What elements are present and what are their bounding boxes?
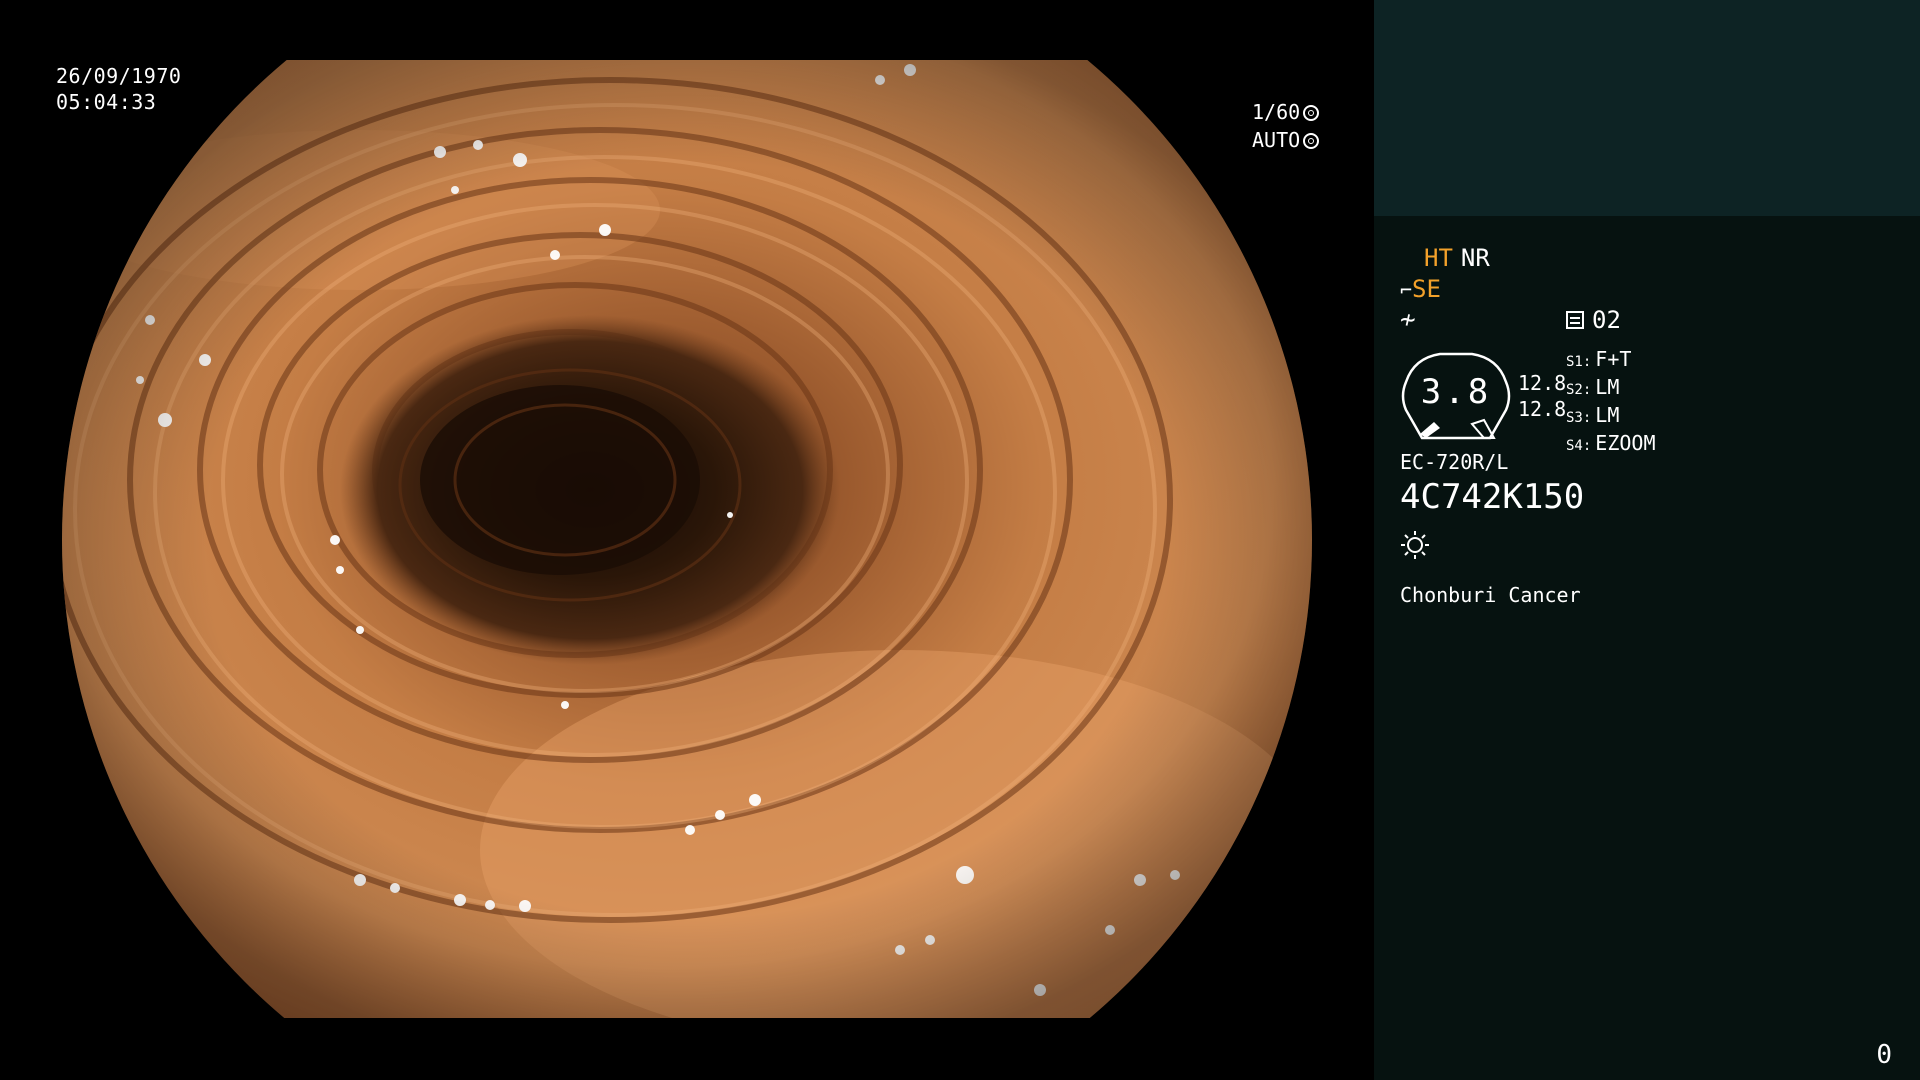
endoscopy-view: 26/09/1970 05:04:33 1/60 AUTO <box>0 0 1374 1080</box>
light-source-icon <box>1401 531 1429 559</box>
datetime-overlay: 26/09/1970 05:04:33 <box>56 63 181 115</box>
mode-row: HT NR <box>1424 243 1498 273</box>
date-text: 26/09/1970 <box>56 64 182 88</box>
scope-model: EC-720R/L <box>1400 450 1509 474</box>
serial-number: 4C742K150 <box>1400 477 1585 517</box>
shutter-overlay: 1/60 AUTO <box>1252 98 1320 154</box>
shutter-speed-row: 1/60 <box>1252 98 1320 126</box>
endoscopic-image <box>62 60 1312 1018</box>
slot-key: S1: <box>1566 354 1592 370</box>
time-text: 05:04:33 <box>56 90 157 114</box>
slot-value: LM <box>1595 403 1620 427</box>
memory-label: 02 <box>1592 306 1621 334</box>
shutter-speed-text: 1/60 <box>1252 100 1301 124</box>
slot-row: S4: EZOOM <box>1566 431 1656 459</box>
se-row: ⌐SE <box>1400 274 1441 305</box>
memory-icon <box>1566 311 1584 329</box>
info-panel: HT NR ⌐SE ≁ 02 3.8 12.8 12.8 S1: F+T S2: LM… <box>1374 0 1920 1080</box>
shutter-mode-text: AUTO <box>1252 128 1301 152</box>
shutter-icon <box>1303 105 1320 121</box>
color-tone-icon: ≁ <box>1400 305 1416 335</box>
slot-key: S3: <box>1566 410 1592 426</box>
iris-icon <box>1303 133 1320 149</box>
shutter-mode-row: AUTO <box>1252 126 1320 154</box>
slot-key: S4: <box>1566 438 1592 454</box>
memory-row: 02 <box>1566 305 1621 335</box>
page-number: 0 <box>1876 1040 1892 1070</box>
mode-ht-label: HT <box>1424 244 1453 272</box>
mode-nr-label: NR <box>1460 244 1490 272</box>
slot-row: S2: LM <box>1566 375 1656 403</box>
value-top: 12.8 <box>1518 371 1567 395</box>
slot-row: S1: F+T <box>1566 347 1656 375</box>
info-panel-header-area <box>1374 0 1920 216</box>
hospital-name: Chonburi Cancer <box>1400 583 1581 607</box>
exposure-values: 12.8 12.8 <box>1518 370 1566 422</box>
gauge-value: 3.8 <box>1420 372 1492 412</box>
slot-value: F+T <box>1595 347 1632 371</box>
slot-value: LM <box>1595 375 1620 399</box>
se-label: SE <box>1412 275 1441 303</box>
slot-row: S3: LM <box>1566 403 1656 431</box>
structure-enhance-icon: ⌐ <box>1400 278 1413 302</box>
slot-key: S2: <box>1566 382 1592 398</box>
switch-assignments: S1: F+T S2: LM S3: LM S4: EZOOM <box>1566 347 1656 459</box>
value-bottom: 12.8 <box>1518 397 1567 421</box>
slot-value: EZOOM <box>1595 431 1656 455</box>
brightness-gauge: 3.8 <box>1400 352 1512 442</box>
